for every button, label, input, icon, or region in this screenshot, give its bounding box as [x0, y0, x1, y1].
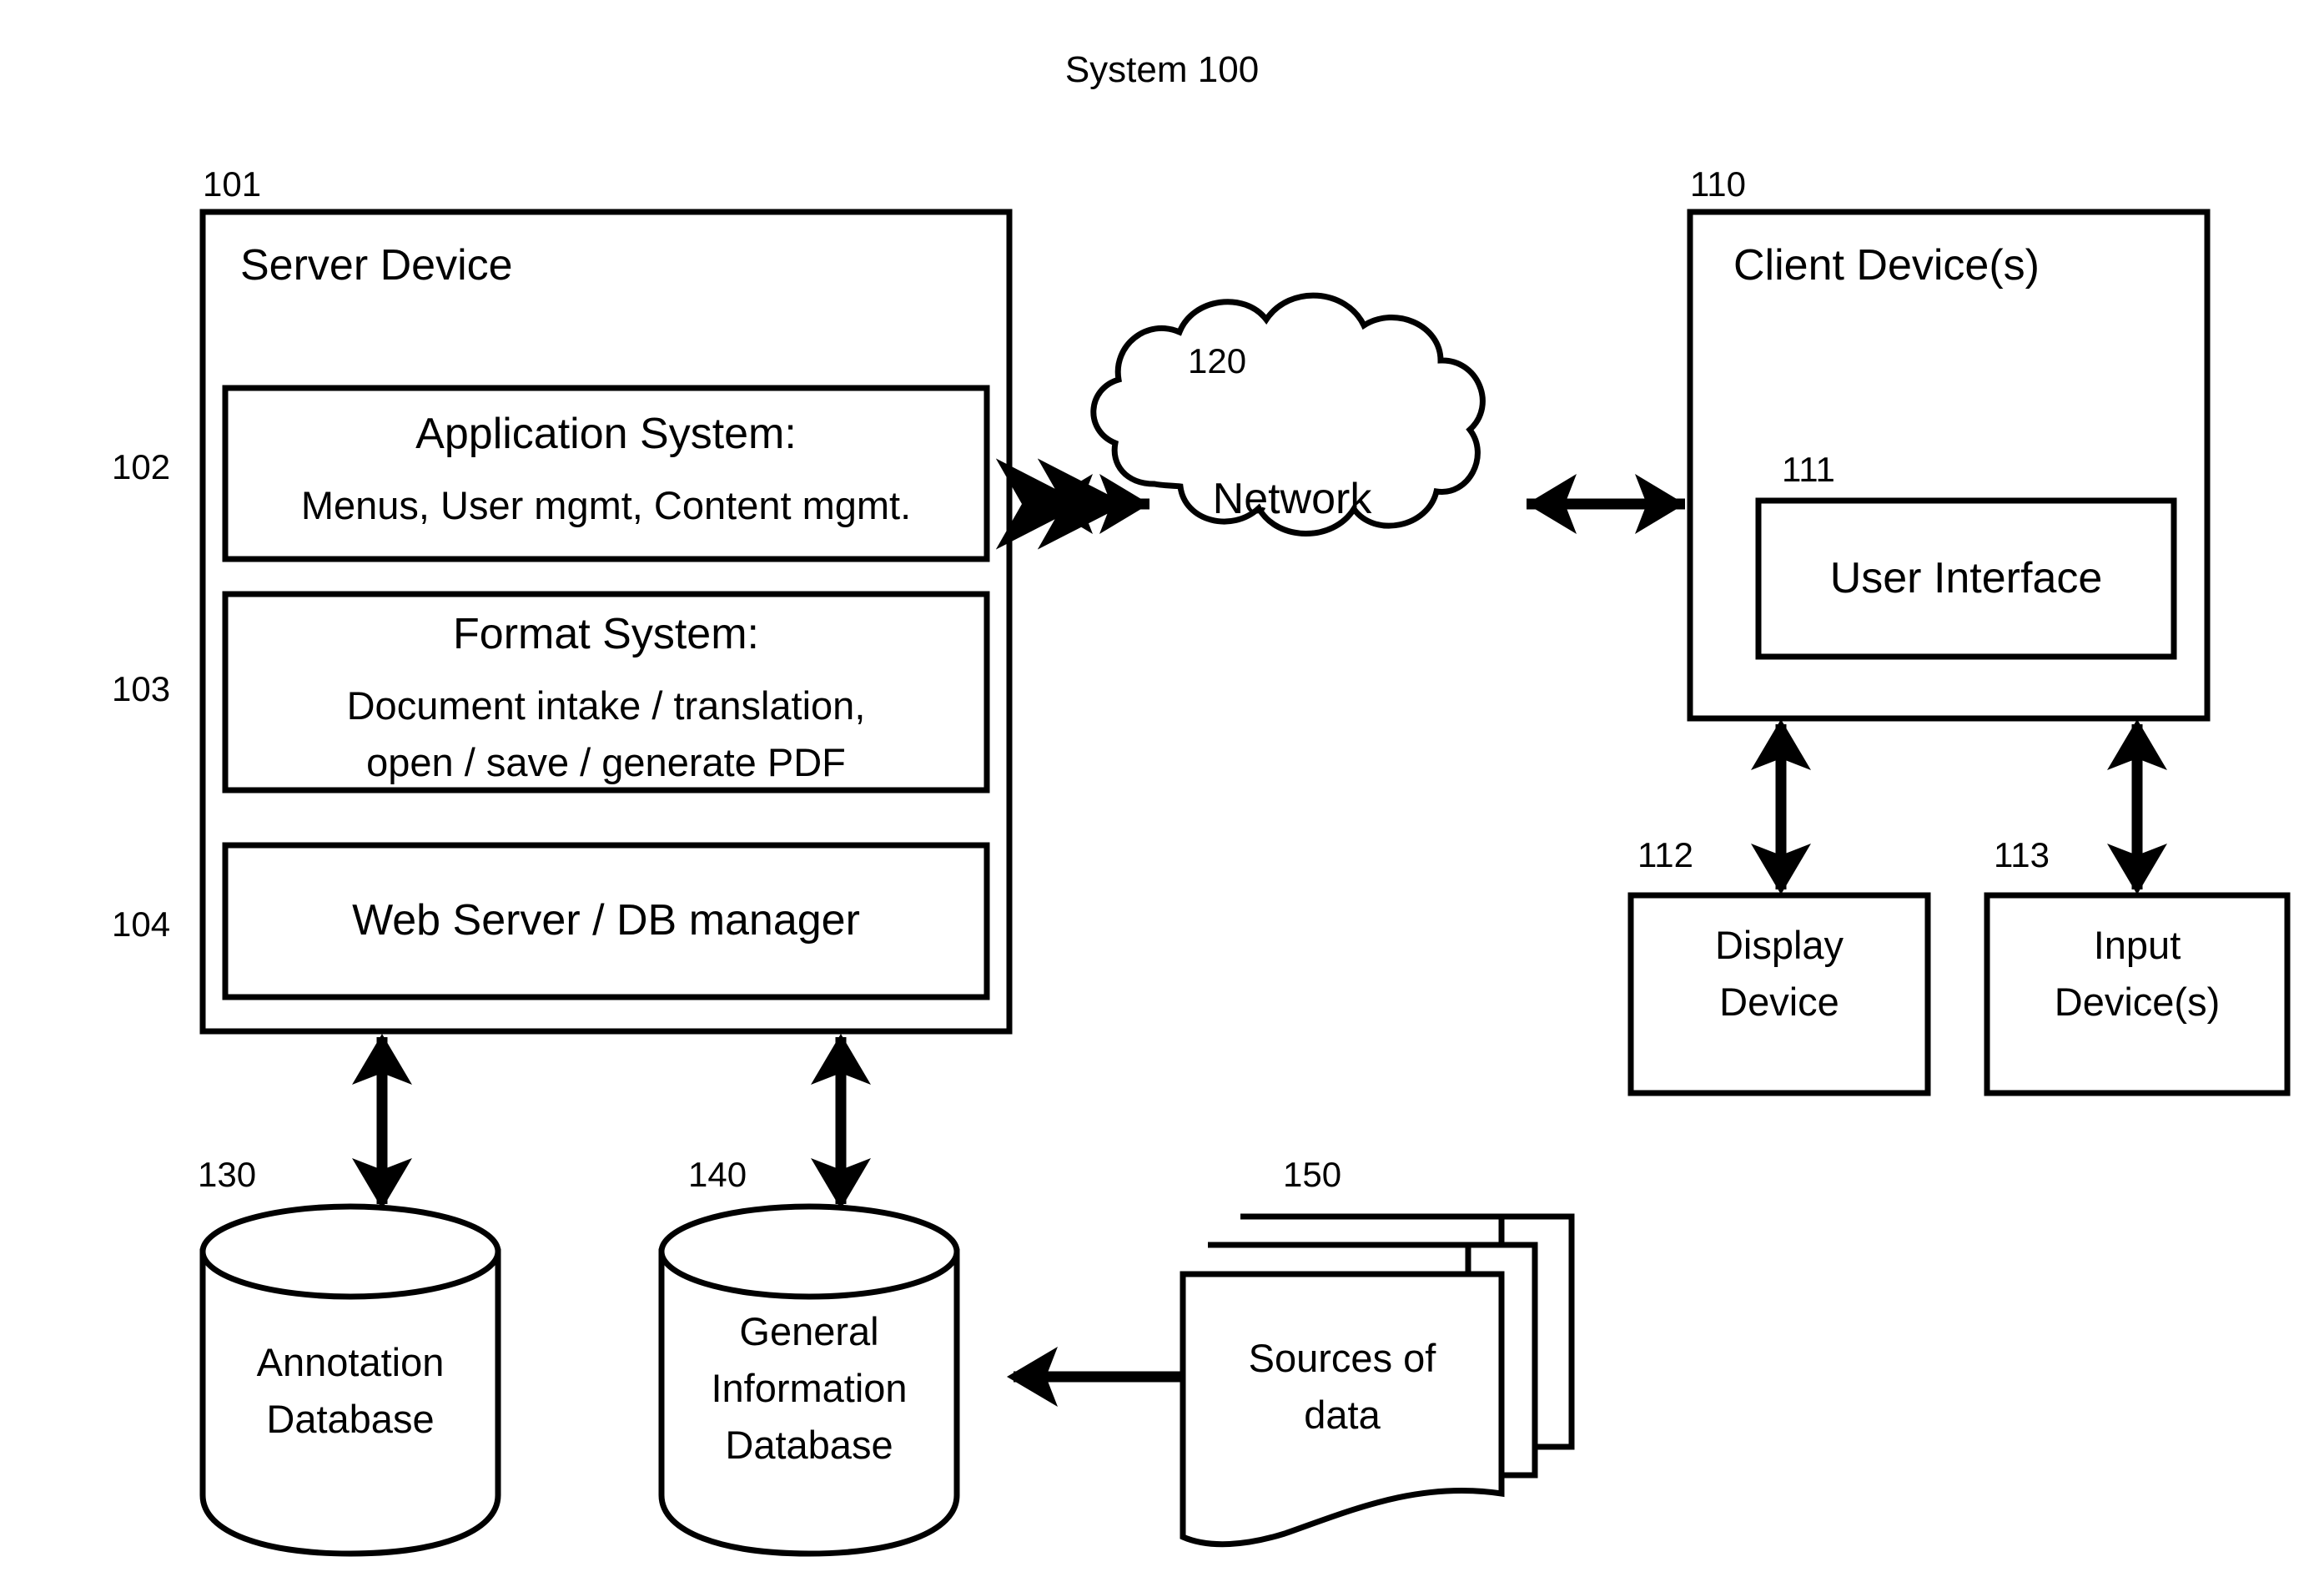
ref-label-104: 104 [112, 904, 171, 944]
user-interface-label: User Interface [1829, 554, 2103, 602]
sources-of-data-label-line1: Sources of [1248, 1336, 1436, 1380]
sources-of-data-label-line2: data [1304, 1393, 1381, 1437]
ref-label-110: 110 [1690, 164, 1746, 204]
input-device-label-line1: Input [2093, 923, 2181, 967]
display-device-label-line1: Display [1714, 923, 1844, 967]
client-device-label: Client Device(s) [1733, 241, 2040, 290]
ref-label-120: 120 [1188, 341, 1247, 380]
format-system-detail-line1: Document intake / translation, [346, 683, 866, 728]
ref-label-101: 101 [203, 164, 262, 204]
ref-label-103: 103 [112, 669, 171, 708]
ref-label-111: 111 [1782, 450, 1835, 489]
general-information-database-label-line3: Database [725, 1423, 893, 1467]
general-information-database-label-line1: General [739, 1309, 879, 1353]
ref-label-130: 130 [198, 1155, 257, 1194]
format-system-detail-line2: open / save / generate PDF [366, 740, 846, 784]
figure-title: System 100 [1064, 49, 1260, 90]
application-system-title: Application System: [415, 410, 797, 458]
network-label: Network [1212, 475, 1372, 523]
ref-label-102: 102 [112, 447, 171, 486]
ref-label-140: 140 [688, 1155, 747, 1194]
format-system-title: Format System: [453, 610, 759, 658]
ref-label-112: 112 [1637, 835, 1693, 874]
annotation-database-label-line1: Annotation [256, 1340, 445, 1384]
ref-label-150: 150 [1283, 1155, 1342, 1194]
figure-canvas: System 100 101 Server Device 102 Applica… [0, 0, 2324, 1587]
web-server-db-manager-label: Web Server / DB manager [352, 896, 860, 945]
annotation-database-label-line2: Database [266, 1397, 435, 1441]
display-device-label-line2: Device [1719, 980, 1839, 1024]
server-device-label: Server Device [240, 241, 513, 290]
annotation-database-cylinder-top [199, 1203, 501, 1300]
general-information-database-label-line2: Information [711, 1366, 908, 1410]
general-information-database-cylinder-top [658, 1203, 960, 1300]
ref-label-113: 113 [1994, 835, 2050, 874]
application-system-detail: Menus, User mgmt, Content mgmt. [300, 483, 912, 527]
input-device-label-line2: Device(s) [2054, 980, 2221, 1024]
